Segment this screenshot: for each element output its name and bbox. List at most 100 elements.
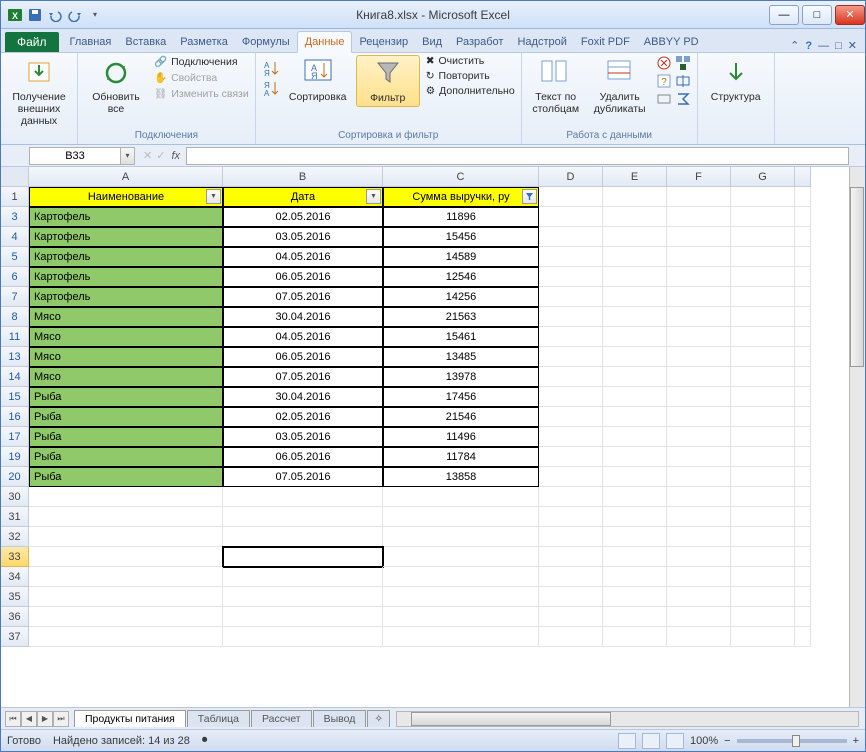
empty-cell[interactable]: [539, 627, 603, 647]
tab-abbyy[interactable]: ABBYY PD: [637, 32, 706, 52]
empty-cell[interactable]: [667, 287, 731, 307]
cell-amount[interactable]: 21546: [383, 407, 539, 427]
cell-name[interactable]: Мясо: [29, 367, 223, 387]
empty-cell[interactable]: [667, 607, 731, 627]
col-header-A[interactable]: A: [29, 167, 223, 187]
empty-cell[interactable]: [223, 507, 383, 527]
col-header-D[interactable]: D: [539, 167, 603, 187]
empty-cell[interactable]: [539, 227, 603, 247]
empty-cell[interactable]: [603, 587, 667, 607]
connections-button[interactable]: 🔗Подключения: [154, 55, 249, 68]
sheet-tab-2[interactable]: Рассчет: [251, 710, 312, 727]
cell-date[interactable]: 02.05.2016: [223, 407, 383, 427]
empty-cell[interactable]: [383, 547, 539, 567]
redo-icon[interactable]: [67, 7, 83, 23]
row-header[interactable]: 11: [1, 327, 29, 347]
empty-cell[interactable]: [539, 387, 603, 407]
empty-cell[interactable]: [603, 407, 667, 427]
select-all-corner[interactable]: [1, 167, 29, 187]
advanced-filter-button[interactable]: ⚙Дополнительно: [426, 85, 515, 97]
filter-button[interactable]: Фильтр: [356, 55, 420, 107]
empty-cell[interactable]: [731, 267, 795, 287]
empty-cell[interactable]: [383, 607, 539, 627]
tab-addins[interactable]: Надстрой: [510, 32, 573, 52]
row-header[interactable]: 36: [1, 607, 29, 627]
row-header[interactable]: 37: [1, 627, 29, 647]
empty-cell[interactable]: [667, 467, 731, 487]
empty-cell[interactable]: [731, 567, 795, 587]
empty-cell[interactable]: [539, 427, 603, 447]
empty-cell[interactable]: [603, 627, 667, 647]
col-header-F[interactable]: F: [667, 167, 731, 187]
col-header-B[interactable]: B: [223, 167, 383, 187]
sheet-nav-next[interactable]: ▶: [37, 711, 53, 727]
table-header[interactable]: Дата: [223, 187, 383, 207]
empty-cell[interactable]: [731, 627, 795, 647]
cell-amount[interactable]: 13978: [383, 367, 539, 387]
empty-cell[interactable]: [731, 307, 795, 327]
empty-cell[interactable]: [667, 347, 731, 367]
empty-cell[interactable]: [731, 507, 795, 527]
mdi-min-icon[interactable]: —: [818, 40, 829, 52]
empty-cell[interactable]: [383, 487, 539, 507]
fx-icon[interactable]: fx: [171, 150, 180, 162]
empty-cell[interactable]: [731, 367, 795, 387]
row-header[interactable]: 32: [1, 527, 29, 547]
row-header[interactable]: 15: [1, 387, 29, 407]
empty-cell[interactable]: [667, 367, 731, 387]
cell-date[interactable]: 30.04.2016: [223, 307, 383, 327]
cell-name[interactable]: Рыба: [29, 427, 223, 447]
col-header-G[interactable]: G: [731, 167, 795, 187]
empty-cell[interactable]: [539, 567, 603, 587]
empty-cell[interactable]: [603, 187, 667, 207]
cell-date[interactable]: 03.05.2016: [223, 227, 383, 247]
empty-cell[interactable]: [539, 187, 603, 207]
row-header[interactable]: 4: [1, 227, 29, 247]
tab-home[interactable]: Главная: [63, 32, 119, 52]
empty-cell[interactable]: [603, 467, 667, 487]
empty-cell[interactable]: [667, 447, 731, 467]
empty-cell[interactable]: [731, 327, 795, 347]
empty-cell[interactable]: [539, 547, 603, 567]
empty-cell[interactable]: [223, 567, 383, 587]
empty-cell[interactable]: [223, 487, 383, 507]
cell-amount[interactable]: 11496: [383, 427, 539, 447]
cell-amount[interactable]: 12546: [383, 267, 539, 287]
empty-cell[interactable]: [603, 347, 667, 367]
cell-name[interactable]: Рыба: [29, 447, 223, 467]
cell-date[interactable]: 07.05.2016: [223, 287, 383, 307]
tab-file[interactable]: Файл: [5, 32, 59, 52]
zoom-slider[interactable]: [737, 739, 847, 743]
row-header[interactable]: 31: [1, 507, 29, 527]
empty-cell[interactable]: [667, 387, 731, 407]
spreadsheet-grid[interactable]: ABCDEFG1НаименованиеДатаСумма выручки, р…: [1, 167, 865, 647]
empty-cell[interactable]: [223, 627, 383, 647]
sheet-nav-last[interactable]: ⏭: [53, 711, 69, 727]
empty-cell[interactable]: [603, 367, 667, 387]
empty-cell[interactable]: [29, 587, 223, 607]
table-header[interactable]: Сумма выручки, ру: [383, 187, 539, 207]
empty-cell[interactable]: [603, 307, 667, 327]
empty-cell[interactable]: [667, 267, 731, 287]
empty-cell[interactable]: [731, 247, 795, 267]
cell-name[interactable]: Мясо: [29, 307, 223, 327]
empty-cell[interactable]: [383, 627, 539, 647]
empty-cell[interactable]: [539, 407, 603, 427]
cell-amount[interactable]: 14589: [383, 247, 539, 267]
empty-cell[interactable]: [603, 227, 667, 247]
cell-amount[interactable]: 13858: [383, 467, 539, 487]
subtotal-icon[interactable]: [675, 91, 691, 107]
cell-amount[interactable]: 11784: [383, 447, 539, 467]
ungroup-icon[interactable]: [656, 91, 672, 107]
cell-date[interactable]: 04.05.2016: [223, 247, 383, 267]
empty-cell[interactable]: [539, 507, 603, 527]
sort-za-button[interactable]: ЯA: [262, 79, 280, 97]
cell-date[interactable]: 06.05.2016: [223, 447, 383, 467]
qat-more-icon[interactable]: ▾: [87, 7, 103, 23]
empty-cell[interactable]: [383, 587, 539, 607]
cell-amount[interactable]: 15461: [383, 327, 539, 347]
row-header[interactable]: 5: [1, 247, 29, 267]
maximize-button[interactable]: □: [802, 5, 832, 25]
cell-name[interactable]: Мясо: [29, 347, 223, 367]
empty-cell[interactable]: [539, 327, 603, 347]
